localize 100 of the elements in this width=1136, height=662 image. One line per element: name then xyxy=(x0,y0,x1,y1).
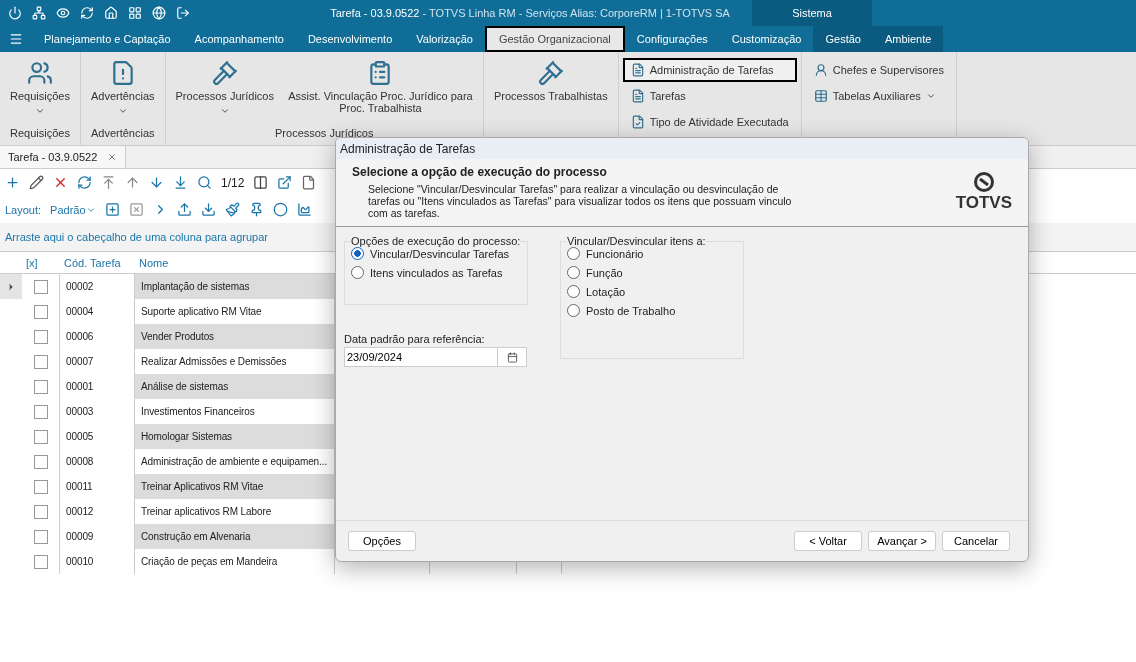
row-checkbox[interactable] xyxy=(33,504,48,519)
row-checkbox[interactable] xyxy=(33,404,48,419)
pin-icon[interactable] xyxy=(248,202,264,217)
row-checkbox[interactable] xyxy=(33,529,48,544)
table-cell: Suporte aplicativo RM Vitae xyxy=(141,306,262,317)
columns-icon[interactable] xyxy=(253,175,269,190)
row-checkbox[interactable] xyxy=(33,479,48,494)
table-cell: 00002 xyxy=(66,281,94,292)
calendar-button[interactable] xyxy=(497,347,527,367)
edit-icon[interactable] xyxy=(29,175,44,190)
table-cell: Realizar Admissões e Demissões xyxy=(141,356,287,367)
exit-icon[interactable] xyxy=(176,6,190,20)
row-checkbox[interactable] xyxy=(33,304,48,319)
row-checkbox[interactable] xyxy=(33,279,48,294)
row-checkbox[interactable] xyxy=(33,554,48,569)
logo-text: TOTVS xyxy=(955,193,1012,213)
chart-icon[interactable] xyxy=(296,202,312,217)
radio-icon[interactable] xyxy=(567,247,580,260)
ribbon-button[interactable]: Tabelas Auxiliares xyxy=(805,84,952,108)
table-cell: 00006 xyxy=(66,331,94,342)
clear-icon[interactable] xyxy=(128,202,144,217)
eye-icon[interactable] xyxy=(56,6,70,20)
ribbon-button[interactable]: Administração de Tarefas xyxy=(622,58,797,82)
search-icon[interactable] xyxy=(197,175,212,190)
menu-tab[interactable]: Acompanhamento xyxy=(182,26,296,52)
table-cell: 00001 xyxy=(66,381,94,392)
power-icon[interactable] xyxy=(8,6,22,20)
cancel-button[interactable]: Cancelar xyxy=(942,531,1010,551)
ribbon-button[interactable]: Requisições xyxy=(4,56,76,127)
dialog-title: Administração de Tarefas xyxy=(340,141,476,156)
refresh-icon[interactable] xyxy=(77,175,92,190)
date-label: Data padrão para referência: xyxy=(344,333,486,345)
menu-tab[interactable]: Gestão xyxy=(813,26,873,52)
next-button[interactable]: Avançar > xyxy=(868,531,936,551)
document-tab[interactable]: Tarefa - 03.9.0522 xyxy=(0,146,127,168)
radio-option[interactable]: Lotação xyxy=(567,285,737,298)
table-cell: 00008 xyxy=(66,456,94,467)
ribbon-button[interactable]: Processos Jurídicos xyxy=(169,56,280,127)
add-icon[interactable] xyxy=(5,175,20,190)
caret-icon xyxy=(34,106,45,116)
ribbon-button[interactable]: Advertências xyxy=(84,56,161,127)
first-icon[interactable] xyxy=(101,175,116,190)
ribbon-button[interactable]: Processos Trabalhistas xyxy=(487,56,614,139)
document-icon[interactable] xyxy=(301,175,317,190)
expand-icon[interactable] xyxy=(104,202,120,217)
radio-option[interactable]: Funcionário xyxy=(567,247,737,260)
globe-icon[interactable] xyxy=(152,6,166,20)
logo-icon xyxy=(972,171,995,193)
down-icon[interactable] xyxy=(149,175,164,190)
column-header[interactable]: Nome xyxy=(135,251,335,274)
ribbon-button[interactable]: Chefes e Supervisores xyxy=(805,58,952,82)
radio-icon[interactable] xyxy=(567,266,580,279)
radio-icon[interactable] xyxy=(351,247,364,260)
row-checkbox[interactable] xyxy=(33,354,48,369)
document-icon xyxy=(630,89,645,103)
row-checkbox[interactable] xyxy=(33,379,48,394)
ribbon-button[interactable]: Tipo de Atividade Executada xyxy=(622,110,797,134)
download-icon[interactable] xyxy=(200,202,216,217)
row-checkbox[interactable] xyxy=(33,429,48,444)
up-icon[interactable] xyxy=(125,175,140,190)
upload-icon[interactable] xyxy=(176,202,192,217)
row-checkbox[interactable] xyxy=(33,329,48,344)
row-checkbox[interactable] xyxy=(33,454,48,469)
radio-icon[interactable] xyxy=(351,266,364,279)
radio-icon[interactable] xyxy=(567,285,580,298)
caret-icon xyxy=(219,106,230,116)
circle-icon[interactable] xyxy=(272,202,288,217)
menu-tab[interactable]: Desenvolvimento xyxy=(295,26,405,52)
ribbon-button[interactable]: Tarefas xyxy=(622,84,797,108)
table-cell: Vender Produtos xyxy=(141,331,214,342)
record-counter: 1/12 xyxy=(221,175,245,190)
menu-tab[interactable]: Planejamento e Captação xyxy=(32,26,183,52)
menu-tab[interactable]: Configurações xyxy=(624,26,720,52)
table-cell: Análise de sistemas xyxy=(141,381,229,392)
options-button[interactable]: Opções xyxy=(348,531,416,551)
layout-dropdown[interactable]: Padrão xyxy=(50,203,96,216)
last-icon[interactable] xyxy=(173,175,188,190)
menu-tab[interactable]: Gestão Organizacional xyxy=(484,26,625,52)
radio-icon[interactable] xyxy=(567,304,580,317)
refresh-icon[interactable] xyxy=(80,6,94,20)
date-field[interactable]: 23/09/2024 xyxy=(344,347,497,367)
brush-icon[interactable] xyxy=(224,202,240,217)
table-cell: 00003 xyxy=(66,406,94,417)
network-icon[interactable] xyxy=(32,6,46,20)
menu-tab[interactable]: Customização xyxy=(719,26,814,52)
export-icon[interactable] xyxy=(277,175,293,190)
back-button[interactable]: < Voltar xyxy=(794,531,862,551)
radio-option[interactable]: Vincular/Desvincular Tarefas xyxy=(351,247,521,260)
home-icon[interactable] xyxy=(104,6,118,20)
menu-tab[interactable]: Valorização xyxy=(404,26,485,52)
radio-option[interactable]: Função xyxy=(567,266,737,279)
menu-icon[interactable] xyxy=(9,32,23,46)
ribbon-button[interactable]: Assist. Vinculação Proc. Jurídico para Proc. Trabalhista xyxy=(281,56,479,127)
gavel-icon xyxy=(211,60,238,86)
menu-tab[interactable]: Ambiente xyxy=(872,26,944,52)
close-icon[interactable] xyxy=(107,152,118,162)
delete-icon[interactable] xyxy=(53,175,68,190)
grid-icon[interactable] xyxy=(128,6,142,20)
radio-option[interactable]: Itens vinculados as Tarefas xyxy=(351,266,521,279)
radio-option[interactable]: Posto de Trabalho xyxy=(567,304,737,317)
